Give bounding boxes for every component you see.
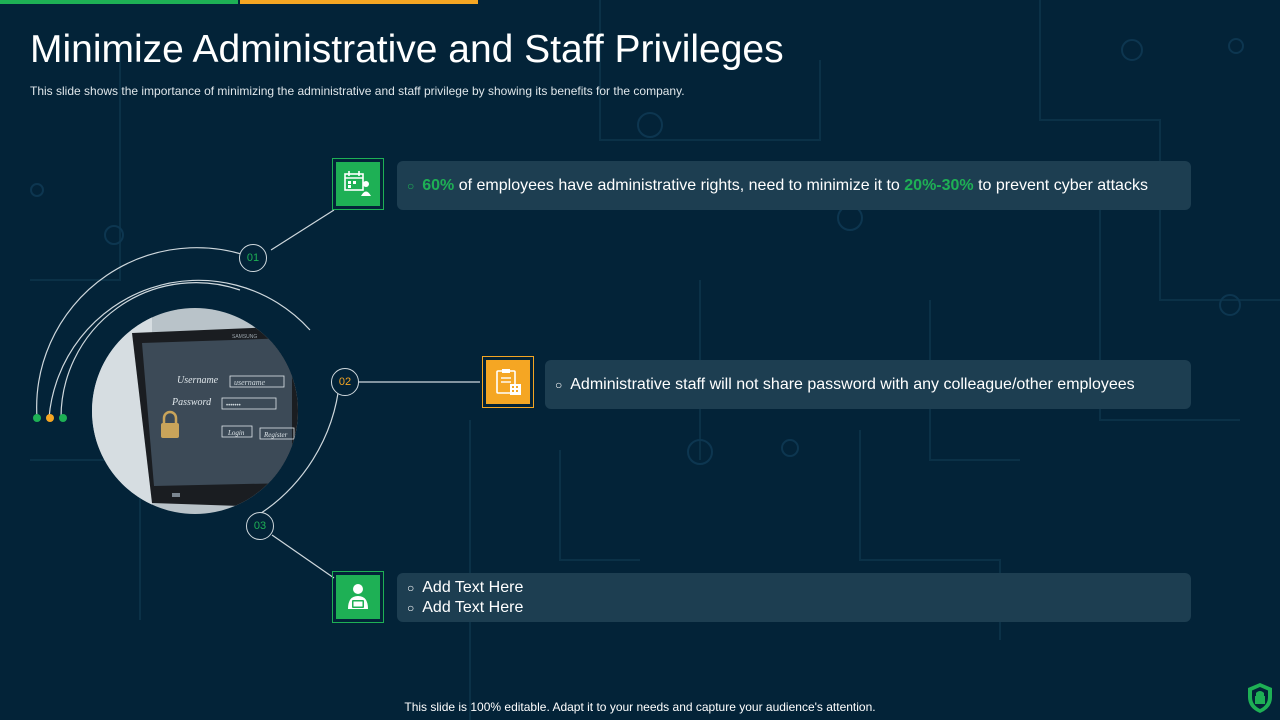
step-3-line-2: Add Text Here: [422, 599, 524, 616]
password-label: Password: [171, 397, 212, 408]
stat-60-percent: 60%: [422, 177, 455, 194]
stat-target-range: 20%-30%: [904, 177, 974, 194]
username-field: username: [234, 378, 266, 387]
tablet-brand: SAMSUNG: [232, 334, 257, 340]
bullet-icon: ○: [407, 601, 415, 615]
step-1-card: ○ 60% of employees have administrative ri…: [397, 161, 1191, 210]
user-laptop-icon: [348, 584, 368, 609]
step-number-02: 02: [331, 368, 359, 396]
step-3-line-1-wrap: ○ Add Text Here: [407, 579, 523, 597]
step-3-line-1: Add Text Here: [422, 579, 524, 596]
step-number-03: 03: [246, 512, 274, 540]
calendar-user-icon: [344, 171, 371, 196]
step-2-text: Administrative staff will not share pass…: [570, 376, 1135, 393]
arc-origin-dots: [33, 414, 67, 422]
green-dot: [33, 414, 41, 422]
step-2-icon-box: [482, 356, 534, 408]
step-1-text: ○ 60% of employees have administrative ri…: [407, 177, 1148, 195]
step-1-text-b: to prevent cyber attacks: [973, 177, 1148, 194]
login-tablet-photo: SAMSUNG Username username Password •••••…: [92, 308, 298, 514]
shield-logo-icon: [1248, 683, 1272, 713]
step-number-01: 01: [239, 244, 267, 272]
username-label: Username: [177, 375, 219, 386]
clipboard-calculator-icon: [496, 369, 521, 395]
password-field: •••••••: [226, 403, 241, 409]
step-2-text-line: ○ Administrative staff will not share pas…: [555, 376, 1135, 394]
bullet-icon: ○: [555, 378, 563, 392]
step-1-icon-box: [332, 158, 384, 210]
bullet-icon: ○: [407, 179, 415, 193]
step-2-card: ○ Administrative staff will not share pas…: [545, 360, 1191, 409]
step-3-icon-box: [332, 571, 384, 623]
register-label: Register: [263, 431, 288, 439]
footer-note: This slide is 100% editable. Adapt it to…: [404, 700, 876, 714]
bullet-icon: ○: [407, 581, 415, 595]
step-3-card: ○ Add Text Here ○ Add Text Here: [397, 573, 1191, 622]
orange-dot: [46, 414, 54, 422]
step-3-line-2-wrap: ○ Add Text Here: [407, 599, 523, 617]
green-dot: [59, 414, 67, 422]
login-label: Login: [227, 429, 245, 437]
step-1-text-a: of employees have administrative rights,…: [454, 177, 905, 194]
